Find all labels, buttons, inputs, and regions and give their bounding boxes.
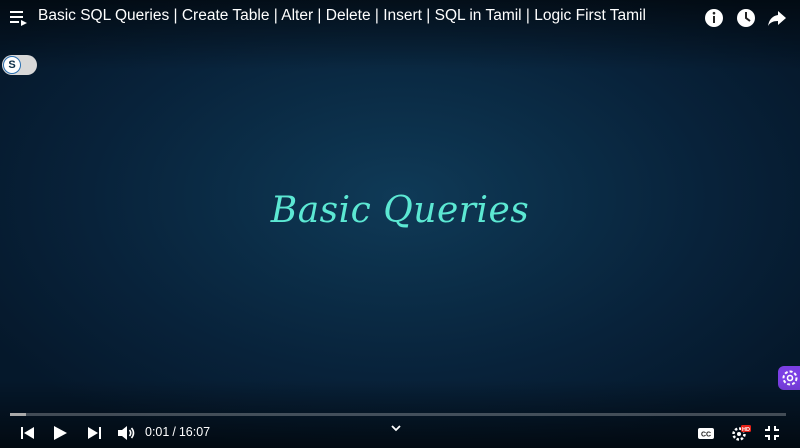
extension-toggle-knob: S: [3, 56, 21, 74]
duration: 16:07: [178, 425, 211, 439]
playlist-icon[interactable]: [10, 10, 28, 26]
share-icon[interactable]: [766, 7, 788, 29]
slide-title: Basic Queries: [270, 190, 530, 231]
previous-icon[interactable]: [18, 423, 38, 443]
progress-bar[interactable]: [10, 413, 786, 416]
settings-hd-icon[interactable]: HD: [730, 423, 752, 443]
chevron-down-icon[interactable]: [388, 421, 404, 435]
exit-fullscreen-icon[interactable]: [762, 423, 782, 443]
cc-icon[interactable]: CC: [696, 423, 716, 443]
top-bar: Basic SQL Queries | Create Table | Alter…: [0, 0, 800, 34]
video-title[interactable]: Basic SQL Queries | Create Table | Alter…: [38, 7, 646, 25]
next-icon[interactable]: [84, 423, 104, 443]
current-time: 0:01: [145, 425, 170, 439]
svg-text:HD: HD: [742, 427, 750, 433]
time-separator: /: [172, 425, 176, 439]
svg-text:CC: CC: [701, 432, 711, 439]
progress-played: [10, 413, 27, 416]
clock-icon[interactable]: [735, 7, 757, 29]
volume-icon[interactable]: [116, 423, 136, 443]
info-icon[interactable]: [703, 7, 725, 29]
extension-toggle[interactable]: S: [2, 55, 37, 75]
video-player[interactable]: Basic SQL Queries | Create Table | Alter…: [0, 0, 800, 448]
time-display: 0:01/16:07: [145, 425, 210, 439]
play-icon[interactable]: [50, 423, 70, 443]
